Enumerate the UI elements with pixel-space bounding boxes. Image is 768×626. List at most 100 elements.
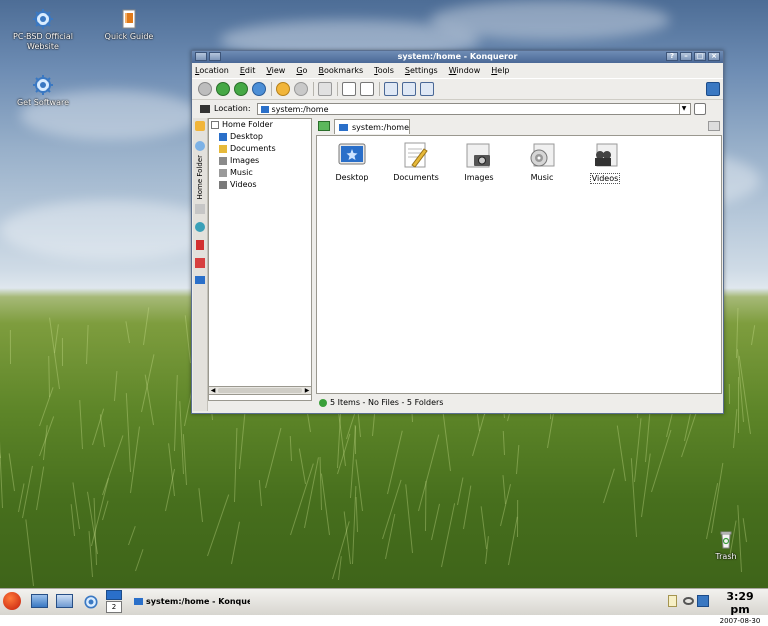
location-bar: Location: system:/home ▼ xyxy=(192,100,723,117)
desktop-icon-get-software[interactable]: Get Software xyxy=(3,74,83,108)
grass-blade xyxy=(431,503,441,541)
tree-item[interactable]: Videos xyxy=(209,179,311,191)
desktop-icon-quick-guide[interactable]: Quick Guide xyxy=(89,8,169,42)
collapse-icon[interactable] xyxy=(211,121,219,129)
print-icon[interactable] xyxy=(318,82,332,96)
root-folder-icon[interactable] xyxy=(195,275,205,284)
maximize-button[interactable]: □ xyxy=(694,52,706,61)
menu-window[interactable]: Window xyxy=(449,66,481,75)
location-input[interactable]: system:/home ▼ xyxy=(256,102,691,115)
tab-system-home[interactable]: system:/home xyxy=(334,119,410,134)
window-menu-button[interactable] xyxy=(195,52,207,61)
tree-item[interactable]: Documents xyxy=(209,143,311,155)
chevron-down-icon[interactable]: ▼ xyxy=(678,103,689,114)
reload-icon[interactable] xyxy=(276,82,290,96)
stop-icon[interactable] xyxy=(294,82,308,96)
computer-icon xyxy=(260,105,269,113)
close-button[interactable]: × xyxy=(708,52,720,61)
history-icon[interactable] xyxy=(195,141,205,151)
images-folder-icon xyxy=(465,141,493,169)
tree-horizontal-scrollbar[interactable]: ◀ ▶ xyxy=(208,386,312,395)
desktop-folder-icon xyxy=(219,133,227,141)
grass-blade xyxy=(8,453,15,492)
menu-tools[interactable]: Tools xyxy=(374,66,394,75)
grass-blade xyxy=(728,383,730,405)
scroll-right-icon[interactable]: ▶ xyxy=(303,387,311,394)
update-icon[interactable] xyxy=(697,595,709,607)
system-icon[interactable] xyxy=(56,594,73,608)
grass-blade xyxy=(517,499,519,538)
grass-blade xyxy=(128,526,136,546)
grass-blade xyxy=(61,337,63,367)
menu-go[interactable]: Go xyxy=(296,66,307,75)
home-icon[interactable] xyxy=(252,82,266,96)
folder-item-videos[interactable]: Videos xyxy=(575,141,635,184)
icon-view: Desktop Documents Images Music Videos xyxy=(316,135,722,394)
zoom-out-icon[interactable] xyxy=(360,82,374,96)
network-status-icon[interactable] xyxy=(683,597,694,605)
documents-folder-icon xyxy=(402,141,430,169)
folder-item-images[interactable]: Images xyxy=(449,141,509,182)
home-icon[interactable] xyxy=(195,203,205,214)
pager-desktop-1[interactable] xyxy=(106,590,122,600)
home-folder-tab[interactable]: Home Folder xyxy=(196,155,204,200)
grass-blade xyxy=(425,480,427,532)
close-tab-icon[interactable] xyxy=(708,121,720,131)
tree-item[interactable]: Music xyxy=(209,167,311,179)
grass-blade xyxy=(130,426,140,494)
clipboard-icon[interactable] xyxy=(668,595,677,607)
services-icon[interactable] xyxy=(195,257,205,268)
forward-arrow-icon[interactable] xyxy=(234,82,248,96)
file-view-area: system:/home Desktop Documents Images Mu… xyxy=(316,118,722,410)
clear-location-icon[interactable] xyxy=(200,104,210,113)
menu-edit[interactable]: Edit xyxy=(240,66,256,75)
computer-icon xyxy=(339,124,348,131)
show-desktop-icon[interactable] xyxy=(31,594,48,608)
zoom-in-icon[interactable] xyxy=(342,82,356,96)
tab-bar: system:/home xyxy=(316,118,722,135)
desktop-icon-pcbsd-website[interactable]: PC-BSD Official Website xyxy=(3,8,83,52)
menu-help[interactable]: Help xyxy=(491,66,509,75)
menu-view[interactable]: View xyxy=(266,66,285,75)
media-icon[interactable] xyxy=(196,239,204,250)
detail-view-icon[interactable] xyxy=(402,82,416,96)
taskbar-button-konqueror[interactable]: system:/home - Konque xyxy=(130,589,250,614)
grass-blade xyxy=(135,549,144,572)
window-titlebar[interactable]: system:/home - Konqueror ? – □ × xyxy=(192,51,723,63)
help-button[interactable]: ? xyxy=(666,52,678,61)
main-toolbar xyxy=(192,78,723,100)
grass-blade xyxy=(54,324,59,354)
tree-item[interactable]: Desktop xyxy=(209,131,311,143)
grass-blade xyxy=(207,494,230,557)
preview-icon[interactable] xyxy=(420,82,434,96)
folder-item-documents[interactable]: Documents xyxy=(386,141,446,182)
icon-view-icon[interactable] xyxy=(384,82,398,96)
back-arrow-icon[interactable] xyxy=(216,82,230,96)
up-arrow-icon[interactable] xyxy=(198,82,212,96)
grass-blade xyxy=(603,468,615,504)
k-menu-icon[interactable] xyxy=(3,592,21,610)
grass-blade xyxy=(102,500,109,521)
menu-bookmarks[interactable]: Bookmarks xyxy=(318,66,363,75)
desktop-icon-label: Quick Guide xyxy=(104,32,154,41)
bookmarks-icon[interactable] xyxy=(195,121,205,131)
clock[interactable]: 3:29 pm 2007-08-30 xyxy=(716,590,764,626)
minimize-button[interactable]: – xyxy=(680,52,692,61)
gear-icon[interactable] xyxy=(82,593,100,611)
go-icon[interactable] xyxy=(693,102,706,115)
grass-blade xyxy=(298,448,306,485)
desktop-icon-trash[interactable]: Trash xyxy=(686,528,766,562)
folder-item-desktop[interactable]: Desktop xyxy=(322,141,382,182)
sticky-button[interactable] xyxy=(209,52,221,61)
grass-blade xyxy=(751,325,756,346)
menu-location[interactable]: Location xyxy=(195,66,229,75)
scrollbar-thumb[interactable] xyxy=(218,388,302,393)
network-icon[interactable] xyxy=(195,221,205,232)
folder-item-music[interactable]: Music xyxy=(512,141,572,182)
menu-settings[interactable]: Settings xyxy=(405,66,438,75)
scroll-left-icon[interactable]: ◀ xyxy=(209,387,217,394)
tree-item[interactable]: Images xyxy=(209,155,311,167)
pager-desktop-2[interactable]: 2 xyxy=(106,601,122,613)
new-tab-icon[interactable] xyxy=(318,121,330,131)
tree-item-home[interactable]: Home Folder xyxy=(209,119,311,131)
